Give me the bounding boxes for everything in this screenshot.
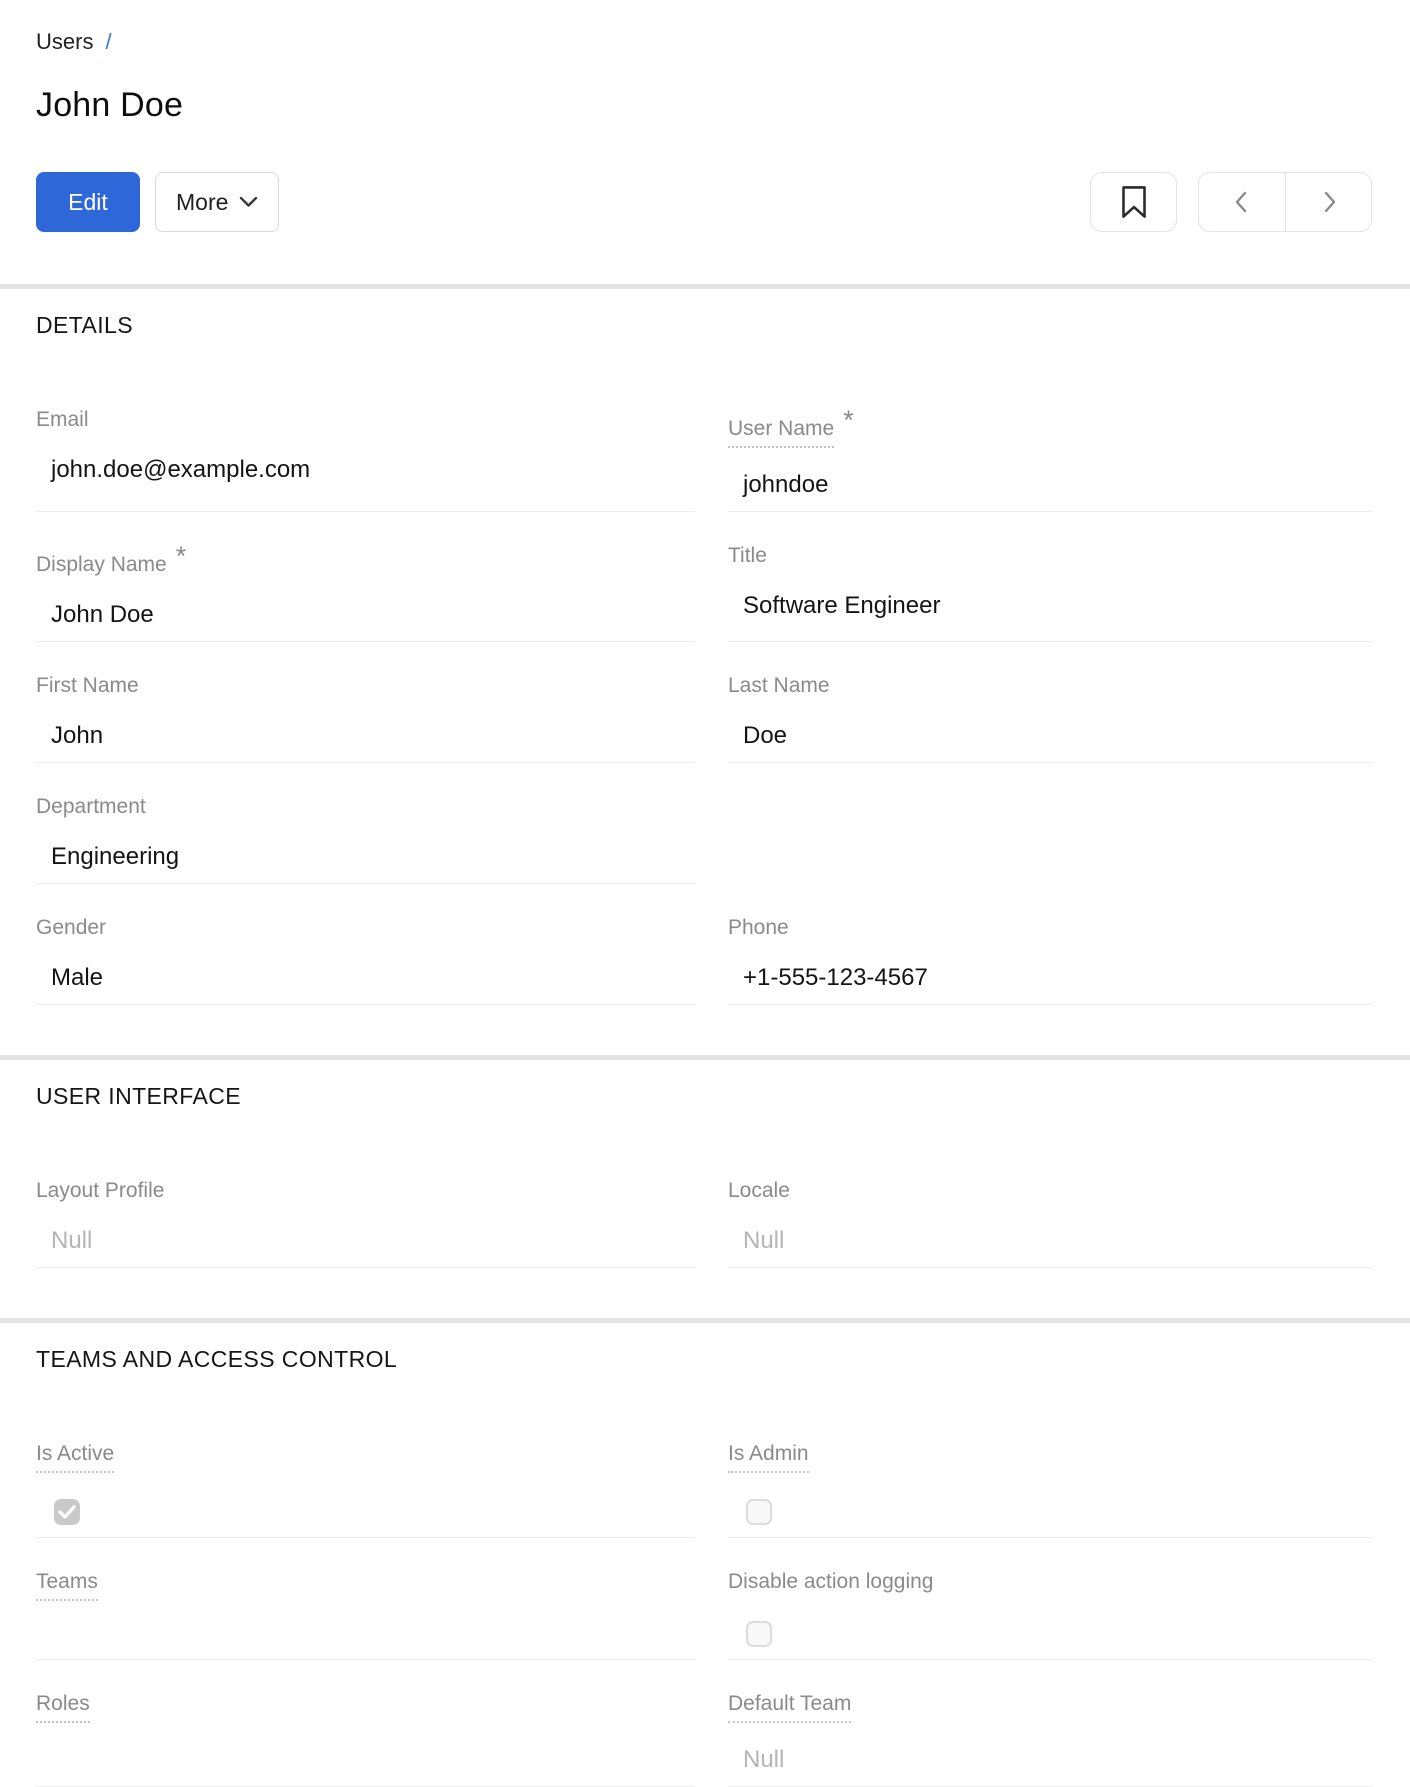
field-label: Last Name <box>728 673 1372 699</box>
disable-action-logging-checkbox <box>746 1621 772 1647</box>
field-label-text: Disable action logging <box>728 1570 934 1593</box>
record-pager <box>1198 172 1372 232</box>
field-value: Male <box>51 964 104 991</box>
field-phone: Phone +1-555-123-4567 <box>728 915 1372 1005</box>
field-label-tooltip[interactable]: Default Team <box>728 1691 852 1723</box>
field-locale: Locale Null <box>728 1178 1372 1268</box>
field-last-name: Last Name Doe <box>728 673 1372 763</box>
field-label: Department <box>36 794 695 820</box>
previous-record-button[interactable] <box>1199 173 1285 231</box>
field-label-tooltip[interactable]: Roles <box>36 1691 90 1723</box>
section-title: USER INTERFACE <box>36 1083 241 1109</box>
field-value: Engineering <box>51 843 180 870</box>
field-first-name: First Name John <box>36 673 695 763</box>
bookmark-button[interactable] <box>1090 172 1177 232</box>
field-default-team: Default Team Null <box>728 1691 1372 1787</box>
field-label-tooltip[interactable]: User Name <box>728 416 835 448</box>
field-value-null: Null <box>51 1227 93 1254</box>
field-label-tooltip[interactable]: Teams <box>36 1569 98 1601</box>
is-active-checkbox <box>54 1499 80 1525</box>
field-label: Display Name * <box>36 543 695 578</box>
field-gender: Gender Male <box>36 915 695 1005</box>
chevron-down-icon <box>239 196 258 208</box>
field-user-name: Display NameUser Name* johndoe <box>728 407 1372 512</box>
field-layout-profile: Layout Profile Null <box>36 1178 695 1268</box>
field-email: Email john.doe@example.com <box>36 407 695 512</box>
section-title: DETAILS <box>36 312 133 338</box>
section-teams-access-control: TEAMS AND ACCESS CONTROL Is Active Is Ad… <box>0 1346 1410 1787</box>
empty-cell <box>728 794 1372 884</box>
field-display-name: Display Name * John Doe <box>36 543 695 642</box>
field-value-null: Null <box>743 1227 785 1254</box>
field-label-text: Layout Profile <box>36 1179 165 1202</box>
field-grid: Email john.doe@example.com Display Name U… <box>36 407 1372 1005</box>
check-icon <box>58 1505 76 1519</box>
field-label: Disable action logging <box>728 1569 1372 1595</box>
page-title: John Doe <box>36 86 184 124</box>
section-user-interface: USER INTERFACE Layout Profile Null Local… <box>0 1083 1410 1268</box>
field-grid: Layout Profile Null Locale Null <box>36 1178 1372 1268</box>
section-title: TEAMS AND ACCESS CONTROL <box>36 1346 398 1372</box>
field-label: Phone <box>728 915 1372 941</box>
field-value: John <box>51 722 104 749</box>
field-label-text: First Name <box>36 674 139 697</box>
section-details: DETAILS Email john.doe@example.com Displ… <box>0 312 1410 1005</box>
field-label-text: Display Name <box>36 553 167 576</box>
field-value: Doe <box>743 722 788 749</box>
required-asterisk: * <box>175 541 187 571</box>
field-value: john.doe@example.com <box>51 456 311 483</box>
page-header: Users / John Doe Edit More <box>0 0 1410 232</box>
toolbar: Edit More <box>36 172 1372 232</box>
field-label-text: Title <box>728 544 767 567</box>
is-admin-checkbox <box>746 1499 772 1525</box>
field-label: Title <box>728 543 1372 569</box>
field-value: +1-555-123-4567 <box>743 964 928 991</box>
field-grid: Is Active Is Admin Teams Disable action … <box>36 1441 1372 1787</box>
field-label-text: Phone <box>728 916 789 939</box>
section-divider <box>0 1055 1410 1060</box>
chevron-right-icon <box>1316 188 1342 216</box>
field-label: Is Admin <box>728 1441 1372 1473</box>
field-label-text: Email <box>36 408 89 431</box>
breadcrumb-separator: / <box>105 29 112 54</box>
field-label-text: Last Name <box>728 674 830 697</box>
chevron-left-icon <box>1229 188 1255 216</box>
field-label: Layout Profile <box>36 1178 695 1204</box>
section-divider <box>0 1318 1410 1323</box>
next-record-button[interactable] <box>1285 173 1371 231</box>
field-label: Roles <box>36 1691 695 1723</box>
more-button[interactable]: More <box>155 172 280 232</box>
field-title: Title Software Engineer <box>728 543 1372 642</box>
field-is-active: Is Active <box>36 1441 695 1538</box>
field-value: johndoe <box>743 471 829 498</box>
field-label: Default Team <box>728 1691 1372 1723</box>
field-label: First Name <box>36 673 695 699</box>
field-label: Display NameUser Name* <box>728 407 1372 448</box>
required-asterisk: * <box>843 405 854 435</box>
field-label-tooltip[interactable]: Is Admin <box>728 1441 809 1473</box>
field-label-text: Gender <box>36 916 107 939</box>
field-label: Is Active <box>36 1441 695 1473</box>
field-value-null: Null <box>743 1746 785 1773</box>
field-department: Department Engineering <box>36 794 695 884</box>
section-divider <box>0 284 1410 289</box>
breadcrumb: Users / <box>36 28 1372 56</box>
bookmark-icon <box>1120 185 1148 219</box>
field-teams: Teams <box>36 1569 695 1660</box>
field-label: Locale <box>728 1178 1372 1204</box>
field-label: Email <box>36 407 695 433</box>
field-label-text: Locale <box>728 1179 790 1202</box>
more-button-label: More <box>176 188 229 215</box>
field-label: Teams <box>36 1569 695 1601</box>
field-roles: Roles <box>36 1691 695 1787</box>
field-label-tooltip[interactable]: Is Active <box>36 1441 115 1473</box>
edit-button[interactable]: Edit <box>36 172 140 232</box>
field-value: Software Engineer <box>743 592 941 619</box>
field-value: John Doe <box>51 601 154 628</box>
field-label: Gender <box>36 915 695 941</box>
field-is-admin: Is Admin <box>728 1441 1372 1538</box>
field-label-text: Department <box>36 795 146 818</box>
breadcrumb-link-users[interactable]: Users <box>36 28 93 56</box>
field-disable-action-logging: Disable action logging <box>728 1569 1372 1660</box>
